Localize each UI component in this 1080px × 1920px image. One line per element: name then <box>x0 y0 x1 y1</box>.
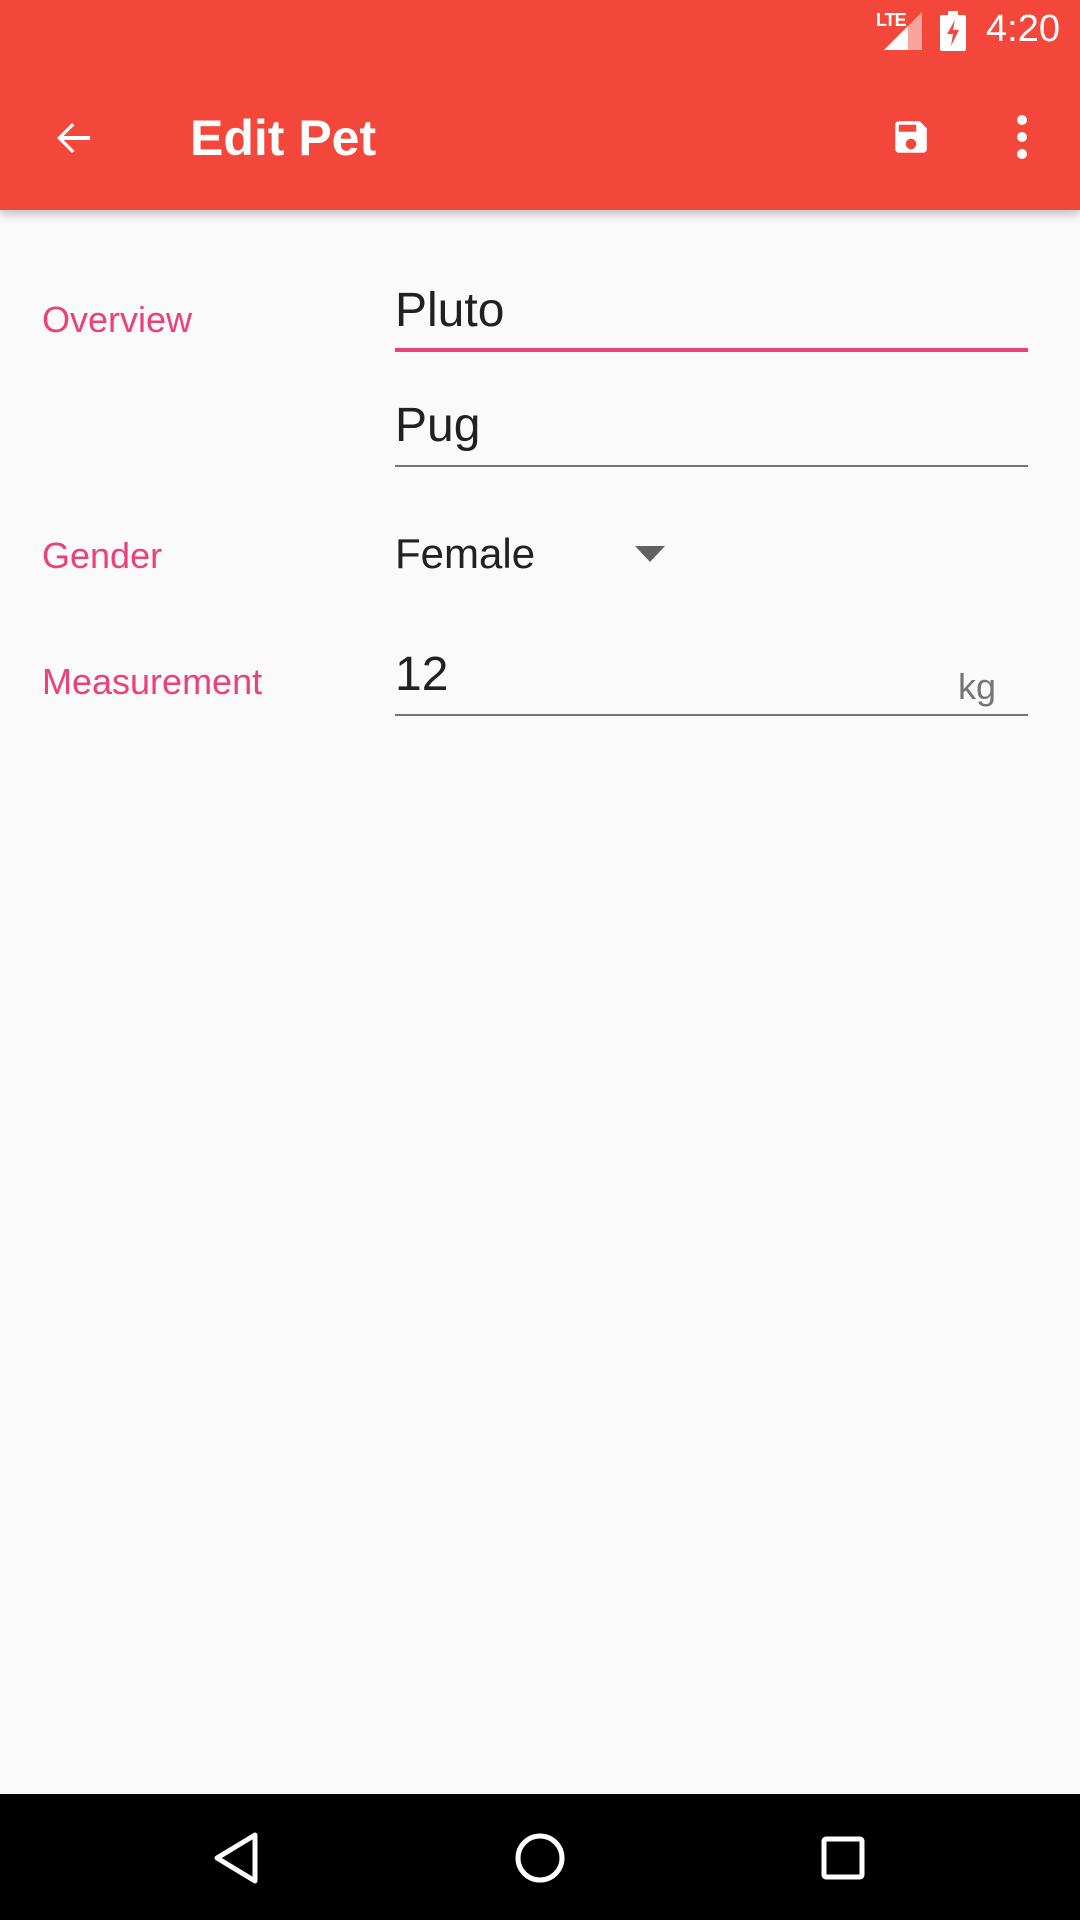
more-vert-icon <box>1017 115 1027 159</box>
measurement-input[interactable] <box>395 642 955 706</box>
arrow-back-icon <box>57 123 90 153</box>
name-input[interactable] <box>395 278 955 342</box>
signal-icon <box>884 12 922 50</box>
back-button[interactable] <box>40 104 108 172</box>
clock: 4:20 <box>986 8 1060 50</box>
circle-home-icon <box>515 1833 565 1883</box>
breed-field-underline <box>395 465 1028 467</box>
measurement-field-underline <box>395 714 1028 716</box>
screen: LTE 4:20 Edit Pet Overview Pluto Pug Gen… <box>0 0 1080 1920</box>
battery-charging-icon <box>940 11 966 51</box>
measurement-label: Measurement <box>42 661 263 702</box>
nav-home-button[interactable] <box>500 1818 580 1898</box>
app-bar: LTE 4:20 Edit Pet <box>0 0 1080 210</box>
dropdown-arrow-icon <box>635 546 665 562</box>
triangle-back-icon <box>214 1832 258 1884</box>
name-field[interactable] <box>395 278 1028 352</box>
save-icon <box>895 121 927 153</box>
save-button[interactable] <box>876 102 946 172</box>
name-field-underline <box>395 348 1028 352</box>
gender-dropdown[interactable]: Female <box>395 520 685 590</box>
navigation-bar <box>0 1794 1080 1920</box>
measurement-unit: kg <box>957 666 996 707</box>
gender-selected-value: Female <box>395 530 536 577</box>
breed-input[interactable] <box>395 393 955 457</box>
more-options-button[interactable] <box>990 102 1054 172</box>
gender-label: Gender <box>42 535 163 576</box>
nav-back-button[interactable] <box>196 1818 276 1898</box>
overview-label: Overview <box>42 299 193 340</box>
nav-recents-button[interactable] <box>803 1818 883 1898</box>
measurement-field[interactable]: kg <box>395 642 1028 716</box>
breed-field[interactable] <box>395 393 1028 467</box>
page-title: Edit Pet <box>190 110 377 166</box>
square-recents-icon <box>821 1836 865 1880</box>
status-bar: LTE 4:20 <box>0 0 1080 63</box>
